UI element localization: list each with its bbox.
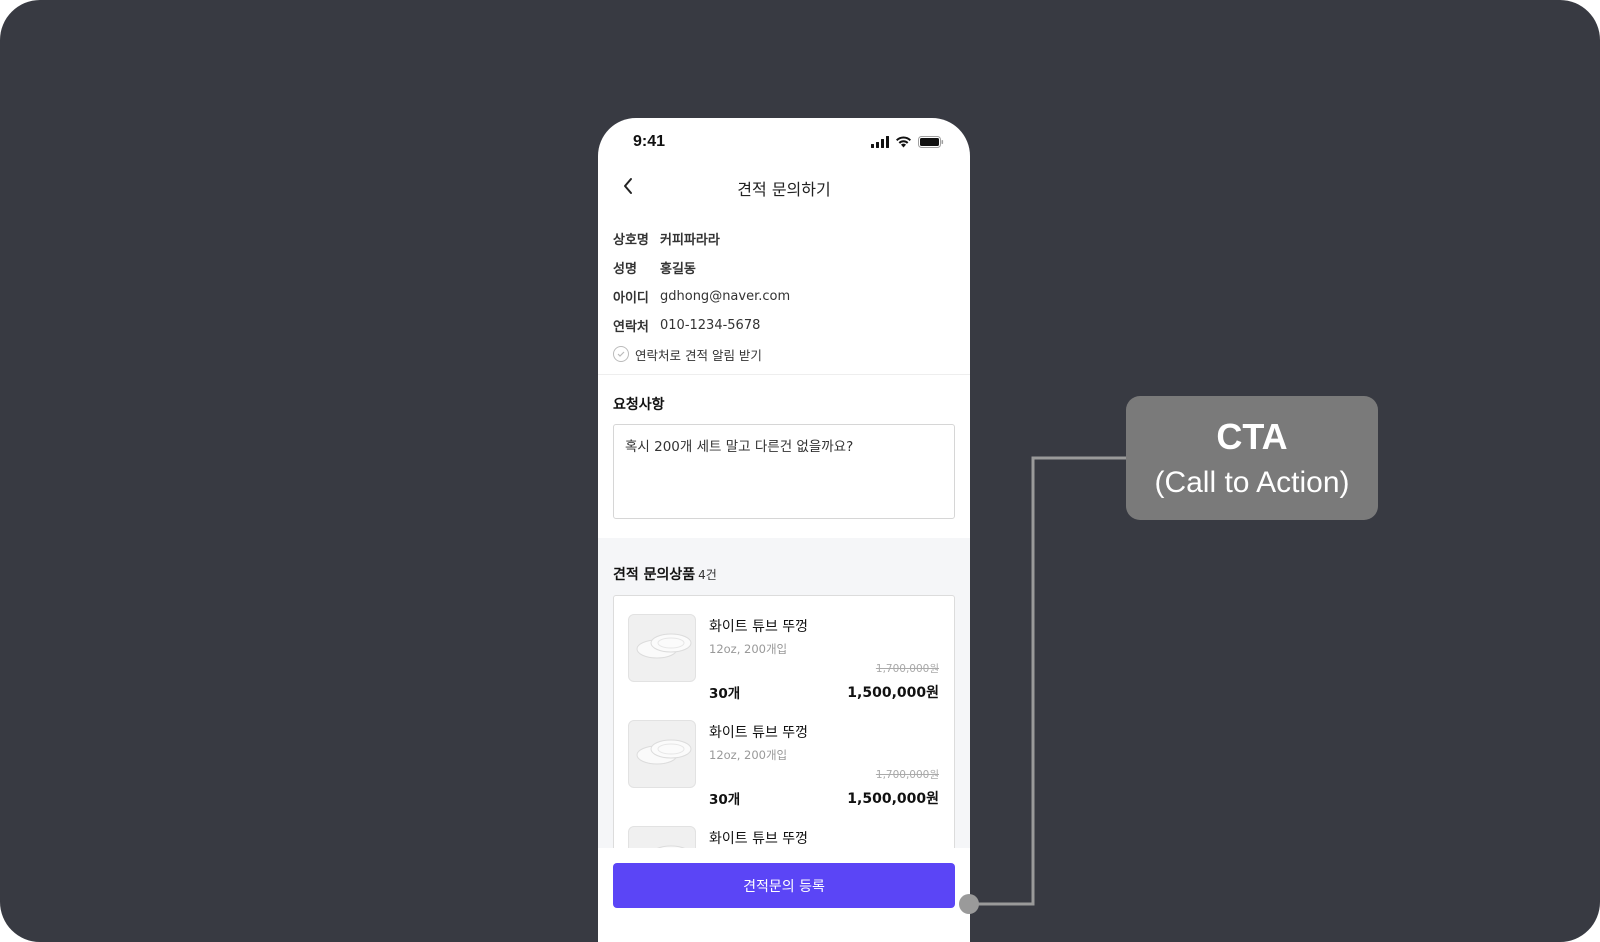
- list-item[interactable]: 화이트 튜브 뚜껑 12oz, 200개입 1,700,000원 30개 1,5…: [614, 702, 954, 808]
- request-title: 요청사항: [613, 397, 665, 413]
- notify-label: 연락처로 견적 알림 받기: [635, 347, 762, 363]
- item-price: 1,500,000원: [847, 791, 939, 807]
- notify-checkbox[interactable]: 연락처로 견적 알림 받기: [613, 340, 955, 368]
- item-quantity: 30개: [709, 686, 741, 702]
- info-value: 커피파라라: [660, 233, 720, 248]
- status-time: 9:41: [633, 133, 666, 150]
- status-icons: [871, 136, 944, 148]
- phone-screen: 9:41 견적 문의하기 상호명 커피파라라 성명 홍길동 아이디 gdhong…: [598, 118, 970, 942]
- customer-info: 상호명 커피파라라 성명 홍길동 아이디 gdhong@naver.com 연락…: [613, 224, 955, 368]
- status-bar: 9:41: [598, 118, 970, 168]
- item-quantity: 30개: [709, 792, 741, 808]
- item-original-price: 1,700,000원: [875, 769, 939, 781]
- items-title: 견적 문의상품 4건: [613, 564, 717, 584]
- info-row-company: 상호명 커피파라라: [613, 224, 955, 253]
- info-label: 연락처: [613, 320, 649, 335]
- item-price: 1,500,000원: [847, 685, 939, 701]
- divider: [598, 374, 970, 375]
- items-title-text: 견적 문의상품: [613, 567, 696, 583]
- item-option: 12oz, 200개입: [709, 642, 788, 656]
- item-name: 화이트 튜브 뚜껑: [709, 619, 809, 635]
- item-name: 화이트 튜브 뚜껑: [709, 831, 809, 847]
- item-original-price: 1,700,000원: [875, 663, 939, 675]
- info-row-phone: 연락처 010-1234-5678: [613, 311, 955, 340]
- info-label: 성명: [613, 262, 637, 277]
- info-label: 상호명: [613, 233, 649, 248]
- cta-callout: CTA (Call to Action): [1126, 396, 1378, 520]
- callout-subtitle: (Call to Action): [1154, 466, 1350, 499]
- list-item[interactable]: 화이트 튜브 뚜껑 12oz, 200개입 1,700,000원 30개 1,5…: [614, 596, 954, 702]
- wifi-icon: [896, 136, 911, 148]
- item-name: 화이트 튜브 뚜껑: [709, 725, 809, 741]
- presentation-canvas: 9:41 견적 문의하기 상호명 커피파라라 성명 홍길동 아이디 gdhong…: [0, 0, 1600, 942]
- info-value: gdhong@naver.com: [660, 289, 791, 304]
- info-row-name: 성명 홍길동: [613, 253, 955, 282]
- nav-bar: 견적 문의하기: [598, 168, 970, 204]
- check-circle-icon[interactable]: [613, 346, 629, 362]
- bottom-bar: 견적문의 등록: [598, 848, 970, 942]
- info-value: 010-1234-5678: [660, 318, 761, 333]
- request-textarea[interactable]: 혹시 200개 세트 말고 다른건 없을까요?: [613, 424, 955, 519]
- battery-icon: [918, 136, 944, 148]
- item-option: 12oz, 200개입: [709, 748, 788, 762]
- product-thumbnail: [628, 614, 696, 682]
- signal-icon: [871, 136, 889, 148]
- callout-title: CTA: [1216, 416, 1288, 457]
- info-label: 아이디: [613, 291, 649, 306]
- info-value: 홍길동: [660, 262, 696, 277]
- submit-quote-button[interactable]: 견적문의 등록: [613, 863, 955, 908]
- info-row-id: 아이디 gdhong@naver.com: [613, 282, 955, 311]
- product-thumbnail: [628, 720, 696, 788]
- items-count: 4건: [698, 568, 717, 582]
- page-title: 견적 문의하기: [737, 180, 831, 199]
